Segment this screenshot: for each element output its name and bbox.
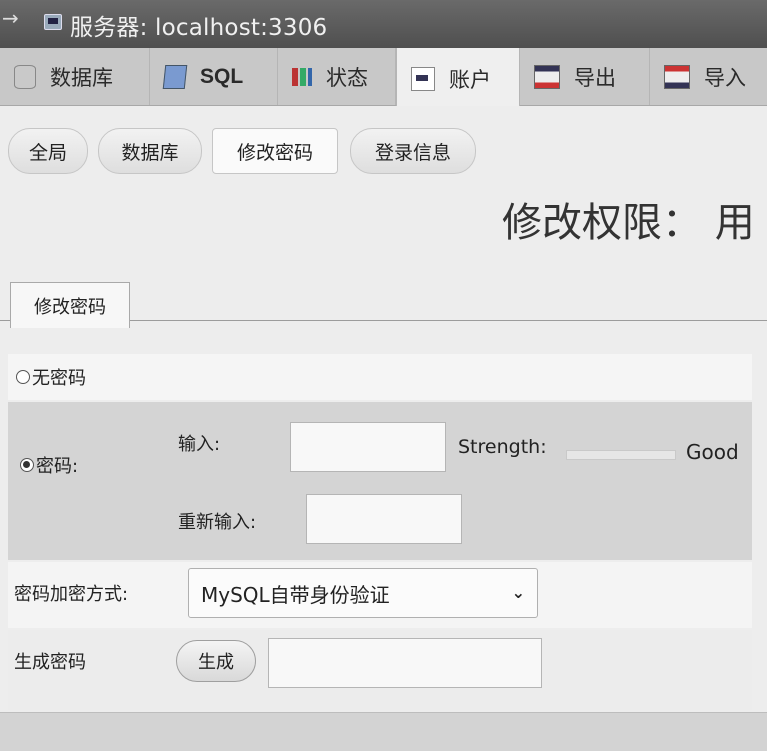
subtab-global[interactable]: 全局	[8, 128, 88, 174]
generate-button[interactable]: 生成	[176, 640, 256, 682]
subtab-label: 全局	[28, 141, 67, 164]
reenter-label: 重新输入:	[178, 512, 257, 533]
status-icon	[292, 67, 312, 86]
tab-account[interactable]: 账户	[396, 48, 520, 110]
chevron-down-icon: ⌄	[511, 583, 525, 602]
generated-password-input[interactable]	[268, 638, 542, 688]
tab-label: 账户	[449, 68, 491, 92]
database-icon	[14, 64, 36, 89]
hash-method-row: 密码加密方式: MySQL自带身份验证 ⌄	[8, 562, 752, 628]
no-password-row: 无密码	[8, 354, 752, 400]
password-option-label: 密码:	[36, 456, 79, 477]
password-row: 密码: 输入: Strength: Good 重新输入:	[8, 402, 752, 560]
password-radio[interactable]	[20, 458, 34, 472]
import-icon	[664, 64, 690, 89]
subtab-change-password[interactable]: 修改密码	[212, 128, 338, 174]
page-title: 修改权限： 用	[502, 200, 755, 246]
generate-password-label: 生成密码	[14, 652, 86, 673]
strength-value: Good	[686, 440, 739, 464]
tab-label: 导出	[574, 65, 616, 90]
hash-method-select[interactable]: MySQL自带身份验证 ⌄	[188, 568, 538, 618]
fieldset-legend: 修改密码	[10, 282, 130, 328]
account-icon	[411, 67, 435, 91]
tab-label: 导入	[704, 65, 746, 90]
hash-method-label: 密码加密方式:	[14, 584, 129, 605]
content-area: 全局 数据库 修改密码 登录信息 修改权限： 用 修改密码 无密码 密码: 输入…	[0, 106, 767, 751]
hash-method-value: MySQL自带身份验证	[201, 582, 390, 607]
no-password-radio[interactable]	[16, 370, 30, 384]
server-title[interactable]: 服务器: localhost:3306	[70, 8, 327, 42]
export-icon	[534, 64, 560, 89]
server-icon	[44, 14, 62, 30]
subtab-label: 登录信息	[374, 141, 451, 164]
tab-sql[interactable]: SQL	[150, 48, 278, 105]
subtab-login-info[interactable]: 登录信息	[350, 128, 476, 174]
strength-label: Strength:	[458, 436, 547, 458]
arrow-icon[interactable]: →	[2, 6, 19, 30]
sql-icon	[162, 64, 188, 89]
main-tab-bar: 数据库 SQL 状态 账户 导出 导入	[0, 48, 767, 110]
password-input[interactable]	[290, 422, 446, 472]
generate-password-row: 生成密码 生成	[8, 630, 752, 710]
server-bar: → 服务器: localhost:3306	[0, 0, 767, 48]
tab-export[interactable]: 导出	[520, 48, 650, 105]
bottom-band	[0, 712, 767, 751]
subtab-label: 修改密码	[236, 141, 313, 164]
password-option[interactable]: 密码:	[20, 452, 78, 478]
tab-status[interactable]: 状态	[278, 48, 396, 105]
tab-label: 状态	[326, 65, 368, 90]
no-password-label[interactable]: 无密码	[32, 364, 86, 390]
tab-database[interactable]: 数据库	[0, 48, 150, 105]
tab-import[interactable]: 导入	[650, 48, 767, 105]
strength-meter	[566, 450, 676, 460]
tab-label: SQL	[200, 64, 244, 88]
subtab-label: 数据库	[121, 141, 179, 164]
tab-label: 数据库	[50, 65, 113, 90]
subtab-database[interactable]: 数据库	[98, 128, 202, 174]
enter-label: 输入:	[178, 434, 221, 455]
password-reenter-input[interactable]	[306, 494, 462, 544]
